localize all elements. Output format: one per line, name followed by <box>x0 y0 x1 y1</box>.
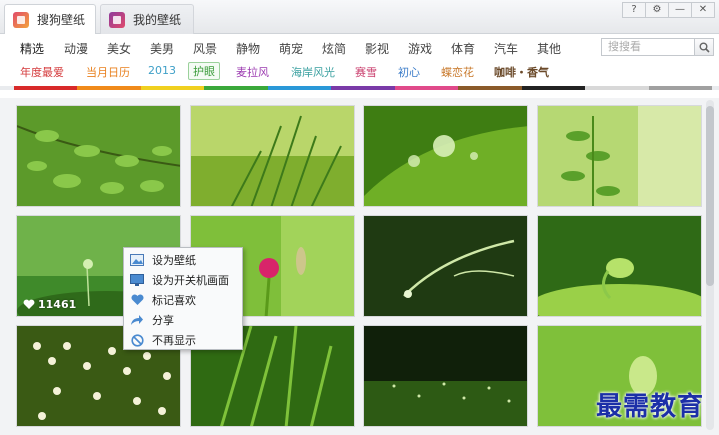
category-cars[interactable]: 汽车 <box>494 40 518 57</box>
wallpaper-thumb[interactable] <box>363 105 528 207</box>
category-games[interactable]: 游戏 <box>408 40 432 57</box>
title-bar: 搜狗壁纸 我的壁纸 ? ⚙ — ✕ <box>0 0 719 34</box>
wallpaper-thumb[interactable] <box>190 105 355 207</box>
my-wallpaper-icon <box>109 11 125 28</box>
category-bar: 精选 动漫 美女 美男 风景 静物 萌宠 炫简 影视 游戏 体育 汽车 其他 搜… <box>0 34 719 60</box>
likes-count: 11461 <box>38 298 77 311</box>
context-menu: 设为壁纸 设为开关机画面 标记喜欢 分享 不再显示 <box>123 247 243 350</box>
topic-bar: 年度最爱 当月日历 2013 护眼 麦拉风 海岸风光 赛雪 初心 蝶恋花 咖啡・… <box>0 60 719 86</box>
category-other[interactable]: 其他 <box>537 40 561 57</box>
monitor-icon <box>130 273 144 287</box>
no-entry-icon <box>130 333 144 347</box>
wallpaper-thumb[interactable] <box>363 325 528 427</box>
minimize-button[interactable]: — <box>668 2 692 18</box>
heart-icon <box>23 299 35 309</box>
category-anime[interactable]: 动漫 <box>64 40 88 57</box>
topic-monthly-calendar[interactable]: 当月日历 <box>86 64 130 80</box>
topic-annual-favorites[interactable]: 年度最爱 <box>20 64 64 80</box>
menu-item-set-boot-screen[interactable]: 设为开关机画面 <box>124 270 242 290</box>
tab-label: 搜狗壁纸 <box>37 13 86 27</box>
menu-item-hide[interactable]: 不再显示 <box>124 330 242 350</box>
wallpaper-thumb[interactable] <box>537 105 702 207</box>
topic-coffee[interactable]: 咖啡・香气 <box>494 64 549 80</box>
vertical-scrollbar[interactable] <box>706 100 714 430</box>
heart-icon <box>130 293 144 307</box>
search-icon <box>699 42 710 53</box>
menu-item-label: 不再显示 <box>152 334 196 347</box>
menu-item-label: 设为开关机画面 <box>152 274 229 287</box>
divider <box>0 90 719 98</box>
wallpaper-thumb[interactable] <box>363 215 528 317</box>
sogou-wallpaper-icon <box>13 11 29 28</box>
category-handsome[interactable]: 美男 <box>150 40 174 57</box>
picture-icon <box>130 253 144 267</box>
menu-item-share[interactable]: 分享 <box>124 310 242 330</box>
close-button[interactable]: ✕ <box>691 2 715 18</box>
category-scenery[interactable]: 风景 <box>193 40 217 57</box>
search-input[interactable]: 搜搜看 <box>601 38 695 56</box>
likes-badge: 11461 <box>23 298 76 311</box>
topic-coast[interactable]: 海岸风光 <box>291 64 335 80</box>
window-controls: ? ⚙ — ✕ <box>622 2 715 18</box>
category-still-life[interactable]: 静物 <box>236 40 260 57</box>
topic-snow[interactable]: 赛雪 <box>355 64 377 80</box>
menu-item-label: 分享 <box>152 314 174 327</box>
help-button[interactable]: ? <box>622 2 646 18</box>
topic-eye-care[interactable]: 护眼 <box>188 62 220 80</box>
menu-item-mark-favorite[interactable]: 标记喜欢 <box>124 290 242 310</box>
watermark-text: 最需教育 <box>596 392 705 422</box>
tab-label: 我的壁纸 <box>133 13 182 27</box>
wallpaper-thumb[interactable] <box>16 105 181 207</box>
category-sports[interactable]: 体育 <box>451 40 475 57</box>
category-minimal[interactable]: 炫简 <box>322 40 346 57</box>
category-movies[interactable]: 影视 <box>365 40 389 57</box>
scrollbar-thumb[interactable] <box>706 106 714 286</box>
topic-first-heart[interactable]: 初心 <box>398 64 420 80</box>
menu-item-label: 标记喜欢 <box>152 294 196 307</box>
menu-item-label: 设为壁纸 <box>152 254 196 267</box>
category-beauty[interactable]: 美女 <box>107 40 131 57</box>
wallpaper-grid: 11461 <box>0 98 719 435</box>
menu-item-set-wallpaper[interactable]: 设为壁纸 <box>124 250 242 270</box>
tab-my-wallpaper[interactable]: 我的壁纸 <box>100 4 194 34</box>
tab-sogou-wallpaper[interactable]: 搜狗壁纸 <box>4 4 96 34</box>
category-pets[interactable]: 萌宠 <box>279 40 303 57</box>
wallpaper-thumb[interactable] <box>537 215 702 317</box>
topic-maila[interactable]: 麦拉风 <box>236 64 269 80</box>
share-arrow-icon <box>130 313 144 327</box>
category-featured[interactable]: 精选 <box>20 40 44 57</box>
topic-butterfly[interactable]: 蝶恋花 <box>441 64 474 80</box>
settings-button[interactable]: ⚙ <box>645 2 669 18</box>
topic-2013[interactable]: 2013 <box>148 64 176 77</box>
search-button[interactable] <box>694 38 714 56</box>
